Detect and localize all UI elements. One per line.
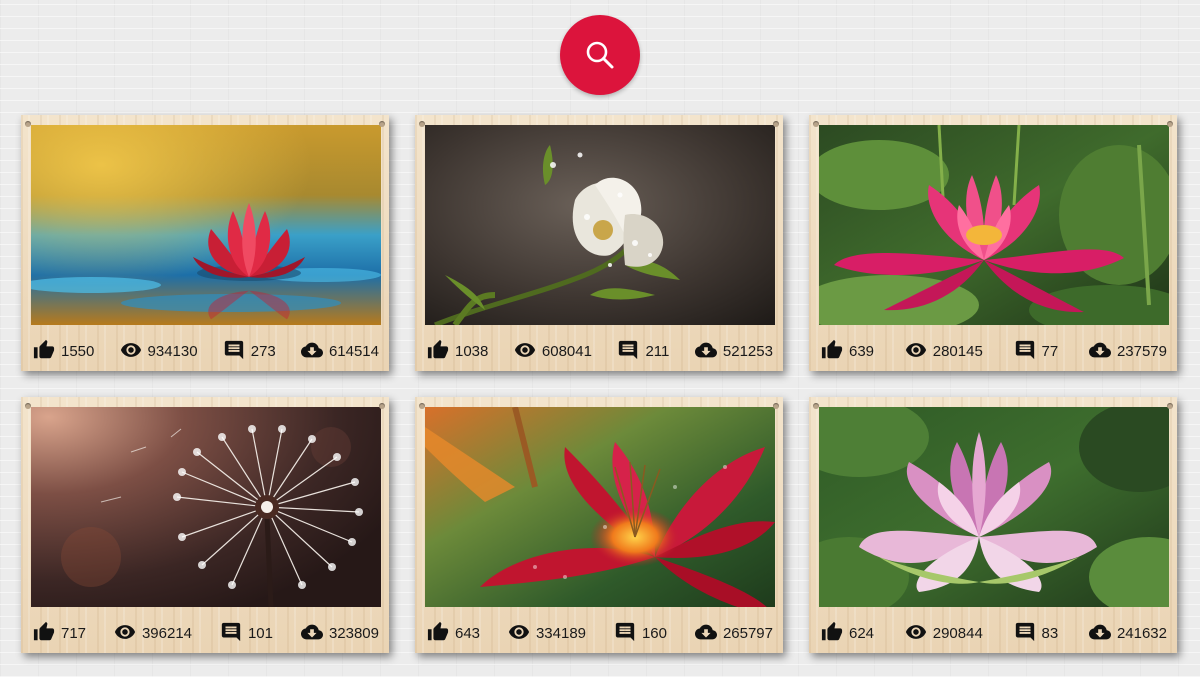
comments-stat[interactable]: 160 <box>614 621 667 643</box>
cloud-download-icon <box>301 339 323 361</box>
views-stat: 280145 <box>905 339 983 361</box>
cloud-download-icon <box>695 621 717 643</box>
eye-icon <box>905 621 927 643</box>
white-blossom-image <box>425 125 775 325</box>
thumbs-up-icon <box>821 621 843 643</box>
cloud-download-icon <box>301 621 323 643</box>
likes-stat[interactable]: 717 <box>33 621 86 643</box>
eye-icon <box>120 339 142 361</box>
downloads-stat[interactable]: 614514 <box>301 339 379 361</box>
card-stats: 717 396214 101 323809 <box>33 611 379 643</box>
cloud-download-icon <box>695 339 717 361</box>
likes-stat[interactable]: 1038 <box>427 339 488 361</box>
views-count: 608041 <box>541 343 592 360</box>
comments-stat[interactable]: 211 <box>617 339 669 361</box>
pink-water-lily-image <box>819 125 1169 325</box>
comments-stat[interactable]: 83 <box>1014 621 1059 643</box>
image-card[interactable]: 643 334189 160 265797 <box>415 397 783 653</box>
card-stats: 639 280145 77 237579 <box>821 329 1167 361</box>
water-lily-image <box>31 125 381 325</box>
likes-count: 717 <box>61 625 87 642</box>
downloads-stat[interactable]: 265797 <box>695 621 773 643</box>
card-stats: 1550 934130 273 614514 <box>33 329 379 361</box>
views-count: 396214 <box>141 625 193 642</box>
likes-count: 639 <box>849 343 875 360</box>
views-stat: 290844 <box>905 621 983 643</box>
image-card[interactable]: 717 396214 101 323809 <box>21 397 389 653</box>
likes-stat[interactable]: 639 <box>821 339 874 361</box>
comments-stat[interactable]: 77 <box>1014 339 1059 361</box>
eye-icon <box>514 339 536 361</box>
thumbs-up-icon <box>33 339 55 361</box>
card-stats: 1038 608041 211 521253 <box>427 329 773 361</box>
red-lily-image <box>425 407 775 607</box>
image-card[interactable]: 1550 934130 273 614514 <box>21 115 389 371</box>
eye-icon <box>905 339 927 361</box>
eye-icon <box>508 621 530 643</box>
card-photo[interactable] <box>31 125 381 325</box>
cloud-download-icon <box>1089 621 1111 643</box>
views-count: 290844 <box>932 625 983 642</box>
views-stat: 396214 <box>114 621 192 643</box>
card-photo[interactable] <box>425 125 775 325</box>
comments-stat[interactable]: 101 <box>220 621 273 643</box>
views-stat: 334189 <box>508 621 586 643</box>
image-card[interactable]: 639 280145 77 237579 <box>809 115 1177 371</box>
likes-count: 624 <box>849 625 875 642</box>
downloads-count: 237579 <box>1116 343 1167 360</box>
views-stat: 934130 <box>120 339 198 361</box>
downloads-count: 265797 <box>722 625 773 642</box>
thumbs-up-icon <box>427 339 449 361</box>
views-count: 934130 <box>147 343 198 360</box>
comment-icon <box>220 621 242 643</box>
downloads-stat[interactable]: 323809 <box>301 621 379 643</box>
likes-count: 643 <box>455 625 481 642</box>
comment-icon <box>1014 339 1036 361</box>
cloud-download-icon <box>1089 339 1111 361</box>
image-card[interactable]: 1038 608041 211 521253 <box>415 115 783 371</box>
thumbs-up-icon <box>427 621 449 643</box>
comments-count: 101 <box>247 625 273 642</box>
likes-stat[interactable]: 624 <box>821 621 874 643</box>
card-photo[interactable] <box>819 125 1169 325</box>
downloads-count: 323809 <box>328 625 379 642</box>
thumbs-up-icon <box>33 621 55 643</box>
downloads-stat[interactable]: 241632 <box>1089 621 1167 643</box>
likes-stat[interactable]: 643 <box>427 621 480 643</box>
comments-count: 160 <box>641 625 667 642</box>
downloads-count: 614514 <box>328 343 379 360</box>
likes-stat[interactable]: 1550 <box>33 339 94 361</box>
comment-icon <box>1014 621 1036 643</box>
card-stats: 624 290844 83 241632 <box>821 611 1167 643</box>
comments-count: 273 <box>250 343 276 360</box>
downloads-stat[interactable]: 237579 <box>1089 339 1167 361</box>
thumbs-up-icon <box>821 339 843 361</box>
downloads-count: 521253 <box>722 343 773 360</box>
dandelion-image <box>31 407 381 607</box>
comment-icon <box>223 339 245 361</box>
comments-count: 77 <box>1041 343 1059 360</box>
card-photo[interactable] <box>425 407 775 607</box>
image-card[interactable]: 624 290844 83 241632 <box>809 397 1177 653</box>
search-button[interactable] <box>560 15 640 95</box>
comment-icon <box>614 621 636 643</box>
likes-count: 1550 <box>61 343 95 360</box>
comment-icon <box>617 339 639 361</box>
card-photo[interactable] <box>819 407 1169 607</box>
eye-icon <box>114 621 136 643</box>
search-icon <box>586 41 614 69</box>
views-count: 334189 <box>535 625 587 642</box>
pink-lotus-image <box>819 407 1169 607</box>
comments-count: 83 <box>1041 625 1059 642</box>
card-photo[interactable] <box>31 407 381 607</box>
downloads-count: 241632 <box>1116 625 1167 642</box>
views-count: 280145 <box>932 343 983 360</box>
likes-count: 1038 <box>455 343 489 360</box>
comments-count: 211 <box>645 343 670 360</box>
comments-stat[interactable]: 273 <box>223 339 276 361</box>
downloads-stat[interactable]: 521253 <box>695 339 773 361</box>
card-stats: 643 334189 160 265797 <box>427 611 773 643</box>
views-stat: 608041 <box>514 339 592 361</box>
